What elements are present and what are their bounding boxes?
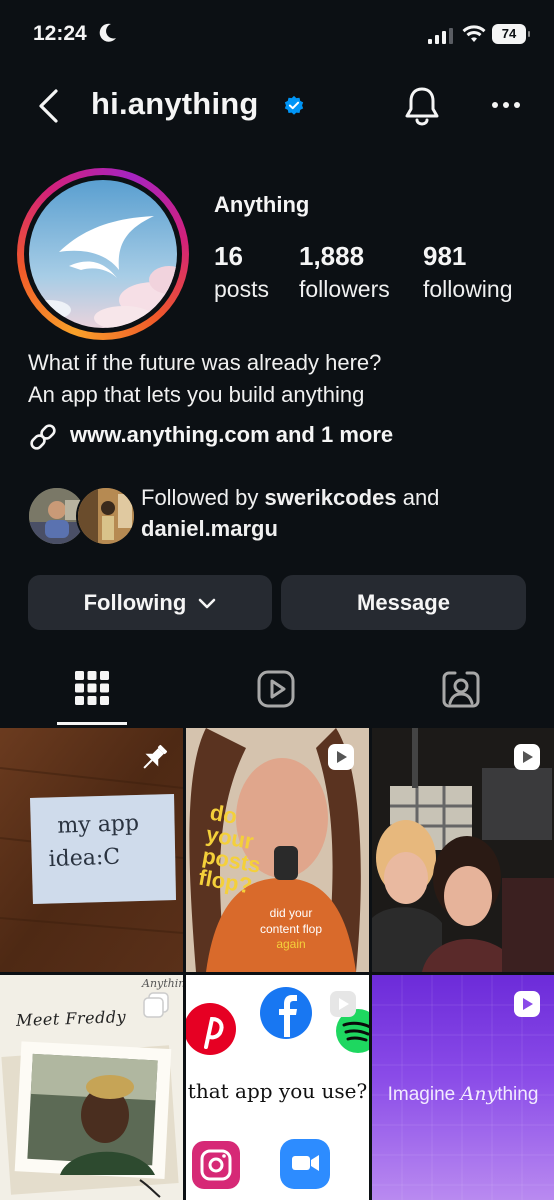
following-label: following xyxy=(423,276,513,302)
following-stat[interactable]: 981 following xyxy=(423,241,533,305)
status-time: 12:24 xyxy=(33,22,87,45)
followed-by-line-1: Followed by swerikcodes and xyxy=(141,485,439,511)
post-thumbnail-2[interactable]: do your posts flop? did your content flop aga… xyxy=(186,728,369,972)
bio-line-2: An app that lets you build anything xyxy=(28,382,365,407)
status-bar: 12:24 74 xyxy=(0,0,554,70)
profile-username: hi.anything xyxy=(91,86,259,121)
post-thumbnail-4[interactable]: Meet Freddy Anything xyxy=(0,975,183,1200)
posts-grid: my app idea:C do your posts flop? did your co… xyxy=(0,728,554,1200)
follower-avatar-2[interactable] xyxy=(76,486,136,546)
wifi-icon xyxy=(462,25,486,42)
followed-by-user-1[interactable]: swerikcodes xyxy=(265,485,397,510)
post-5-text: that app you use? xyxy=(187,1079,368,1103)
pin-icon xyxy=(143,744,168,769)
back-arrow-icon[interactable] xyxy=(36,88,60,124)
bio-line-1: What if the future was already here? xyxy=(28,350,382,375)
post-4-brand: Anything xyxy=(142,977,183,990)
profile-avatar[interactable] xyxy=(29,180,177,328)
active-tab-indicator xyxy=(57,722,127,725)
grid-icon[interactable] xyxy=(75,671,109,705)
post-thumbnail-3[interactable] xyxy=(372,728,554,972)
post-thumbnail-1[interactable]: my app idea:C xyxy=(0,728,183,972)
posts-label: posts xyxy=(214,276,269,302)
followed-by-user-2[interactable]: daniel.margu xyxy=(141,516,278,542)
posts-stat[interactable]: 16 posts xyxy=(214,241,274,305)
post-6-text: Imagine Anything xyxy=(387,1083,539,1105)
reel-icon xyxy=(328,744,354,770)
verified-badge-icon xyxy=(284,95,304,115)
reel-icon xyxy=(514,744,540,770)
followers-stat[interactable]: 1,888 followers xyxy=(299,241,409,305)
post-4-title: Meet Freddy xyxy=(15,1007,127,1030)
link-icon xyxy=(30,424,56,450)
chevron-down-icon xyxy=(199,598,216,609)
reel-icon xyxy=(330,991,356,1017)
followers-label: followers xyxy=(299,276,390,302)
reel-icon xyxy=(514,991,540,1017)
followed-by-and: and xyxy=(396,485,440,510)
display-name: Anything xyxy=(214,192,310,217)
followers-count: 1,888 xyxy=(299,241,365,271)
cellular-signal-icon xyxy=(428,28,453,44)
following-button[interactable]: Following xyxy=(28,575,272,630)
notification-bell-icon[interactable] xyxy=(403,85,441,127)
reels-icon[interactable] xyxy=(256,669,296,709)
more-options-icon[interactable] xyxy=(490,100,522,110)
tagged-icon[interactable] xyxy=(441,669,481,709)
following-button-label: Following xyxy=(83,590,187,615)
profile-header xyxy=(0,80,554,136)
post-2-caption: did your content flop again xyxy=(259,906,323,952)
battery-indicator: 74 xyxy=(492,24,530,44)
profile-link[interactable]: www.anything.com and 1 more xyxy=(70,422,393,448)
carousel-icon xyxy=(143,992,169,1018)
post-thumbnail-6[interactable]: Imagine Anything xyxy=(372,975,554,1200)
moon-icon xyxy=(99,23,116,42)
post-thumbnail-5[interactable]: that app you use? xyxy=(186,975,369,1200)
posts-count: 16 xyxy=(214,241,243,271)
message-button[interactable]: Message xyxy=(281,575,526,630)
post-1-handwritten-text: my app idea:C xyxy=(48,810,140,873)
following-count: 981 xyxy=(423,241,467,271)
followed-by-prefix: Followed by xyxy=(141,485,265,510)
